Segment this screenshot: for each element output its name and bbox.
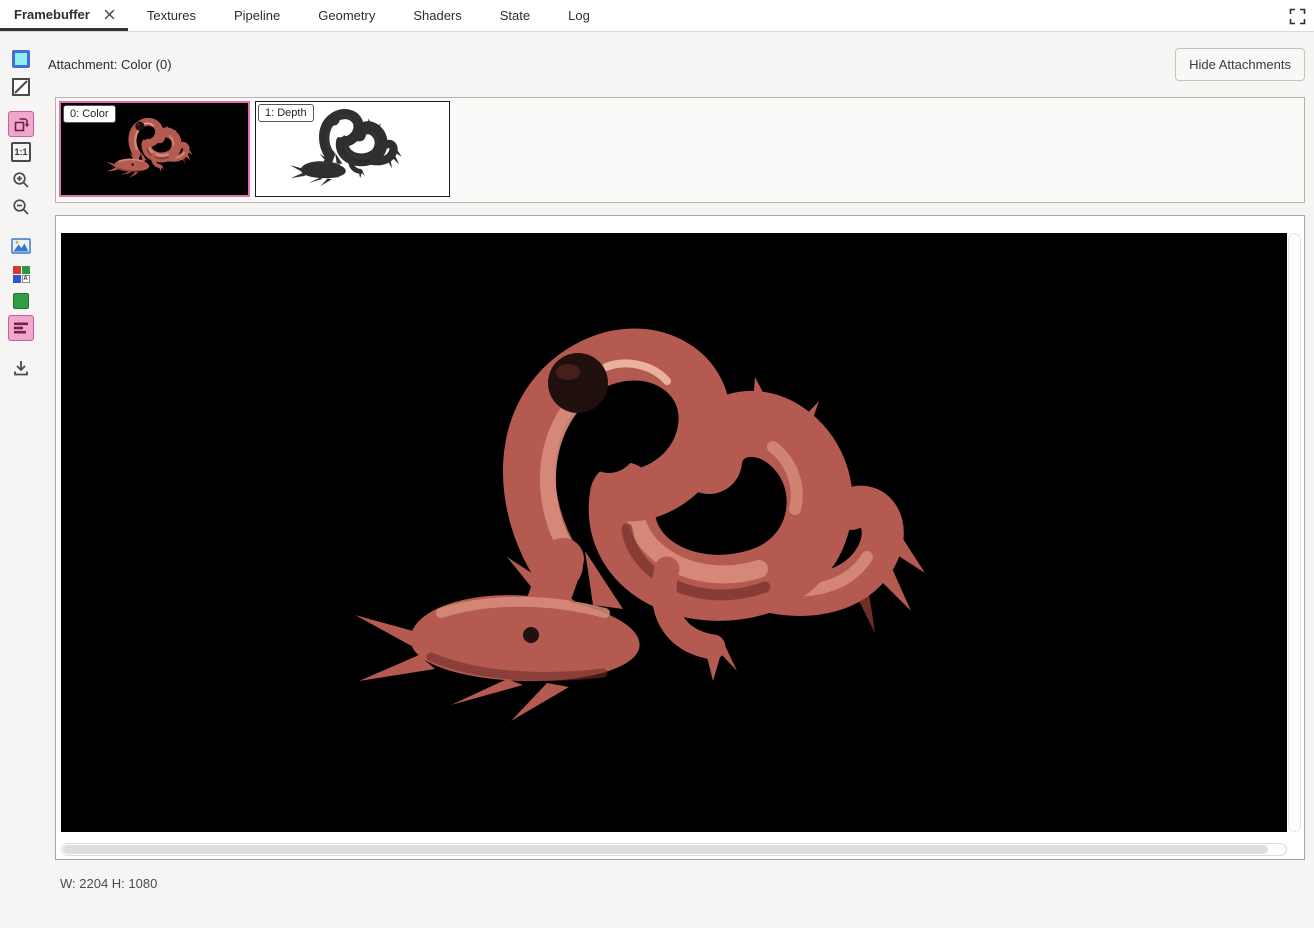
rgba-grid-glyph: A <box>13 266 30 283</box>
zoom-in-icon[interactable] <box>8 167 34 193</box>
attachments-panel: 0: Color 1: Depth <box>55 97 1305 203</box>
framebuffer-canvas[interactable] <box>61 233 1287 832</box>
tab-shaders-label: Shaders <box>413 8 461 23</box>
one-to-one-label: 1:1 <box>11 142 31 162</box>
image-glyph <box>11 238 31 254</box>
framebuffer-debugger-window: Framebuffer Textures Pipeline Geometry S… <box>0 0 1314 928</box>
attachment-thumbnail-color[interactable]: 0: Color <box>59 101 250 197</box>
green-swatch-icon[interactable] <box>8 288 34 314</box>
rgba-channels-icon[interactable]: A <box>8 261 34 287</box>
diagonal-slash-icon <box>12 78 30 96</box>
attachment-header-label: Attachment: Color (0) <box>48 57 172 72</box>
histogram-glyph <box>13 321 29 335</box>
tab-state[interactable]: State <box>481 0 549 31</box>
horizontal-scrollbar[interactable] <box>61 843 1287 856</box>
save-image-icon[interactable] <box>8 355 34 381</box>
tab-geometry[interactable]: Geometry <box>299 0 394 31</box>
histogram-icon[interactable] <box>8 315 34 341</box>
close-tab-icon[interactable] <box>102 6 118 22</box>
tab-framebuffer[interactable]: Framebuffer <box>0 0 128 31</box>
tab-shaders[interactable]: Shaders <box>394 0 480 31</box>
tab-bar: Framebuffer Textures Pipeline Geometry S… <box>0 0 1314 32</box>
clear-color-swatch-icon[interactable] <box>8 46 34 72</box>
attachment-badge-depth: 1: Depth <box>258 104 314 122</box>
vertical-scrollbar[interactable] <box>1288 233 1301 832</box>
horizontal-scrollbar-thumb[interactable] <box>63 845 1268 854</box>
zoom-out-icon[interactable] <box>8 194 34 220</box>
green-color-swatch <box>13 293 29 309</box>
zoom-actual-size-icon[interactable]: 1:1 <box>8 139 34 165</box>
dimensions-status-text: W: 2204 H: 1080 <box>60 876 157 891</box>
blue-channel-swatch <box>13 275 21 283</box>
attachment-badge-color: 0: Color <box>63 105 116 123</box>
tab-log[interactable]: Log <box>549 0 609 31</box>
fullscreen-icon[interactable] <box>1288 7 1306 25</box>
tab-geometry-label: Geometry <box>318 8 375 23</box>
attachment-thumbnail-depth[interactable]: 1: Depth <box>255 101 450 197</box>
tab-state-label: State <box>500 8 530 23</box>
transparent-background-icon[interactable] <box>8 74 34 100</box>
tab-log-label: Log <box>568 8 590 23</box>
zoom-in-glyph <box>12 171 30 189</box>
framebuffer-viewer <box>55 215 1305 860</box>
tab-textures-label: Textures <box>147 8 196 23</box>
tab-pipeline-label: Pipeline <box>234 8 280 23</box>
zoom-out-glyph <box>12 198 30 216</box>
dragon-render <box>61 233 1287 832</box>
alpha-channel-swatch: A <box>22 275 30 283</box>
hide-attachments-label: Hide Attachments <box>1189 57 1291 72</box>
tab-framebuffer-label: Framebuffer <box>14 7 90 22</box>
red-channel-swatch <box>13 266 21 274</box>
image-mode-icon[interactable] <box>8 233 34 259</box>
flip-glyph <box>13 116 30 133</box>
hide-attachments-button[interactable]: Hide Attachments <box>1175 48 1305 81</box>
download-glyph <box>12 359 30 377</box>
cyan-color-swatch <box>12 50 30 68</box>
green-channel-swatch <box>22 266 30 274</box>
tab-textures[interactable]: Textures <box>128 0 215 31</box>
flip-image-icon[interactable] <box>8 111 34 137</box>
tab-pipeline[interactable]: Pipeline <box>215 0 299 31</box>
